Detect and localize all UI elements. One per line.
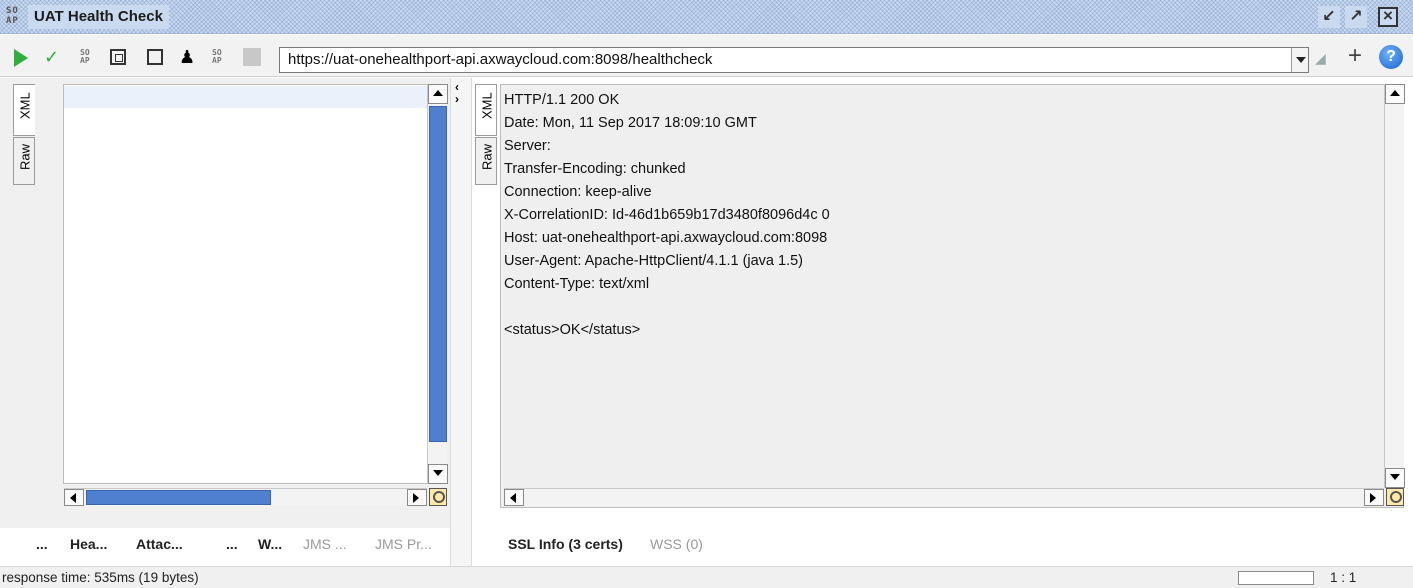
tab-wss[interactable]: WSS (0) xyxy=(650,536,703,552)
chevron-down-icon[interactable] xyxy=(1291,48,1308,72)
response-line: Transfer-Encoding: chunked xyxy=(504,161,686,177)
tab-label: Raw xyxy=(479,143,495,170)
title-text-container: UAT Health Check xyxy=(28,5,169,29)
response-horizontal-scrollbar[interactable] xyxy=(504,488,1384,506)
current-line-highlight xyxy=(64,86,427,108)
request-tab-xml[interactable]: XML xyxy=(13,84,35,136)
scroll-left-button[interactable] xyxy=(504,489,524,506)
response-line: X-CorrelationID: Id-46d1b659b17d3480f809… xyxy=(504,207,830,223)
help-icon[interactable]: ? xyxy=(1379,45,1403,69)
scroll-right-button[interactable] xyxy=(407,489,427,506)
tab-label: Raw xyxy=(17,143,33,170)
request-editor[interactable] xyxy=(63,84,428,484)
scroll-down-button[interactable] xyxy=(1385,468,1405,488)
response-line: Host: uat-onehealthport-api.axwaycloud.c… xyxy=(504,230,828,246)
request-bottom-tabs: ... Hea... Attac... ... W... JMS ... JMS… xyxy=(0,530,450,566)
filter-icon[interactable]: ◢ xyxy=(1315,50,1326,67)
response-line: Server: xyxy=(504,138,551,154)
add-icon[interactable]: + xyxy=(1348,42,1362,70)
response-line: Connection: keep-alive xyxy=(504,184,652,200)
tab-jms-properties[interactable]: JMS Pr... xyxy=(375,536,432,552)
scroll-down-button[interactable] xyxy=(428,464,448,484)
response-line: <status>OK</status> xyxy=(504,322,641,338)
zoom-icon[interactable] xyxy=(1386,488,1404,506)
scroll-up-button[interactable] xyxy=(1385,84,1405,104)
scroll-thumb-horizontal[interactable] xyxy=(86,490,271,505)
window-title: UAT Health Check xyxy=(34,8,163,25)
soap-request-icon[interactable]: SO AP xyxy=(80,49,100,69)
scroll-right-button[interactable] xyxy=(1364,489,1384,506)
maximize-icon[interactable]: ↗ xyxy=(1345,6,1367,28)
title-bar: SO AP UAT Health Check ↙ ↗ × xyxy=(0,0,1413,34)
minimize-icon[interactable]: ↙ xyxy=(1318,6,1340,28)
request-horizontal-scrollbar[interactable] xyxy=(64,488,427,506)
collapse-left-icon[interactable]: ‹ xyxy=(455,81,459,93)
checkbox-icon[interactable] xyxy=(147,49,163,65)
tab-headers[interactable]: Hea... xyxy=(70,536,107,552)
scroll-thumb[interactable] xyxy=(429,106,447,442)
tab-label: XML xyxy=(17,92,33,119)
tab-more[interactable]: ... xyxy=(36,536,48,552)
tab-attachments[interactable]: Attac... xyxy=(136,536,183,552)
scroll-left-button[interactable] xyxy=(64,489,84,506)
response-vertical-scrollbar[interactable] xyxy=(1384,84,1405,488)
tab-ws[interactable]: W... xyxy=(258,536,282,552)
user-icon[interactable]: ♟ xyxy=(179,47,199,67)
tab-more-2[interactable]: ... xyxy=(226,536,238,552)
tab-ssl-info[interactable]: SSL Info (3 certs) xyxy=(508,536,623,552)
status-bar: response time: 535ms (19 bytes) 1 : 1 xyxy=(0,566,1413,588)
run-icon[interactable] xyxy=(14,49,28,67)
create-empty-icon[interactable] xyxy=(110,49,126,65)
response-line: Date: Mon, 11 Sep 2017 18:09:10 GMT xyxy=(504,115,757,131)
response-tab-raw[interactable]: Raw xyxy=(475,137,497,185)
soap-options-icon[interactable]: SO AP xyxy=(212,49,232,69)
add-assertion-icon[interactable]: ✓ xyxy=(44,47,64,67)
endpoint-url-field[interactable]: https://uat-onehealthport-api.axwaycloud… xyxy=(279,47,1309,73)
close-icon[interactable]: × xyxy=(1378,7,1398,27)
stop-icon[interactable] xyxy=(243,48,261,66)
panel-splitter[interactable] xyxy=(450,78,472,566)
scroll-up-button[interactable] xyxy=(428,84,448,104)
response-bottom-tabs: SSL Info (3 certs) WSS (0) xyxy=(500,530,1410,566)
response-time: response time: 535ms (19 bytes) xyxy=(2,570,199,585)
soap-icon: SO AP xyxy=(6,6,19,26)
response-line: Content-Type: text/xml xyxy=(504,276,650,292)
response-tab-xml[interactable]: XML xyxy=(475,84,497,136)
collapse-right-icon[interactable]: › xyxy=(455,93,459,105)
response-content: HTTP/1.1 200 OK Date: Mon, 11 Sep 2017 1… xyxy=(504,89,1374,342)
cursor-position: 1 : 1 xyxy=(1330,570,1357,585)
response-line xyxy=(504,296,1374,319)
tab-jms-headers[interactable]: JMS ... xyxy=(303,536,347,552)
response-line: HTTP/1.1 200 OK xyxy=(504,92,620,108)
tab-label: XML xyxy=(479,92,495,119)
response-line: User-Agent: Apache-HttpClient/4.1.1 (jav… xyxy=(504,253,804,269)
progress-box xyxy=(1238,571,1314,585)
request-tab-raw[interactable]: Raw xyxy=(13,137,35,185)
zoom-icon[interactable] xyxy=(429,488,447,506)
request-vertical-scrollbar[interactable] xyxy=(427,84,448,484)
